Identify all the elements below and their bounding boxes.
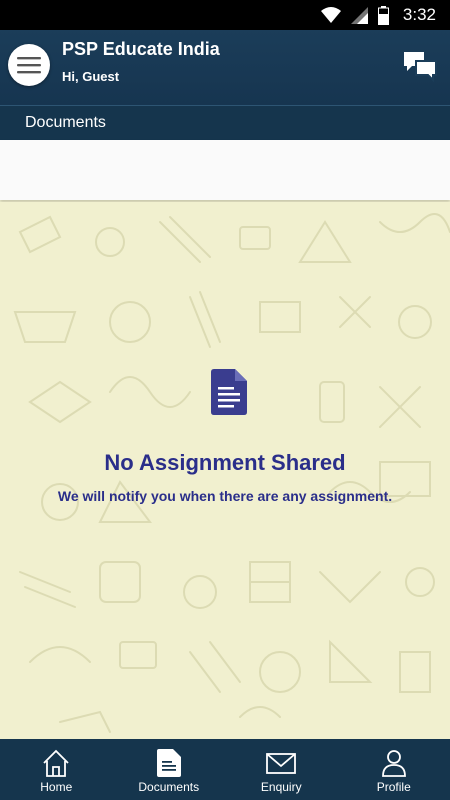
- signal-icon: [350, 6, 368, 24]
- person-icon: [381, 750, 406, 777]
- document-icon: [156, 749, 181, 777]
- status-icons: 3:32: [320, 5, 436, 25]
- page-title: Documents: [25, 114, 106, 131]
- nav-home-label: Home: [40, 780, 73, 794]
- home-icon: [43, 749, 69, 777]
- app-header: PSP Educate India Hi, Guest: [0, 30, 450, 105]
- status-bar: 3:32: [0, 0, 450, 30]
- bottom-nav: Home Documents Enquiry Profile: [0, 739, 450, 800]
- empty-state-title: No Assignment Shared: [104, 450, 346, 475]
- nav-enquiry-label: Enquiry: [260, 780, 302, 794]
- nav-documents[interactable]: Documents: [113, 739, 226, 800]
- nav-profile-label: Profile: [376, 780, 411, 794]
- document-icon: [211, 369, 247, 415]
- filter-area: [0, 140, 450, 200]
- nav-profile[interactable]: Profile: [338, 739, 450, 800]
- section-bar: Documents: [0, 105, 450, 141]
- content-area: No Assignment Shared We will notify you …: [0, 202, 450, 739]
- nav-enquiry[interactable]: Enquiry: [225, 739, 338, 800]
- status-time: 3:32: [402, 5, 436, 24]
- greeting-text: Hi, Guest: [62, 69, 120, 84]
- battery-icon: [377, 5, 389, 25]
- chat-icon[interactable]: [402, 48, 438, 84]
- envelope-icon: [266, 753, 297, 774]
- hamburger-icon: [17, 57, 41, 74]
- menu-button[interactable]: [8, 44, 50, 86]
- empty-state-message: We will notify you when there are any as…: [57, 488, 393, 504]
- nav-documents-label: Documents: [138, 780, 200, 794]
- nav-home[interactable]: Home: [0, 739, 113, 800]
- wifi-icon: [320, 7, 341, 23]
- app-title: PSP Educate India: [62, 39, 220, 59]
